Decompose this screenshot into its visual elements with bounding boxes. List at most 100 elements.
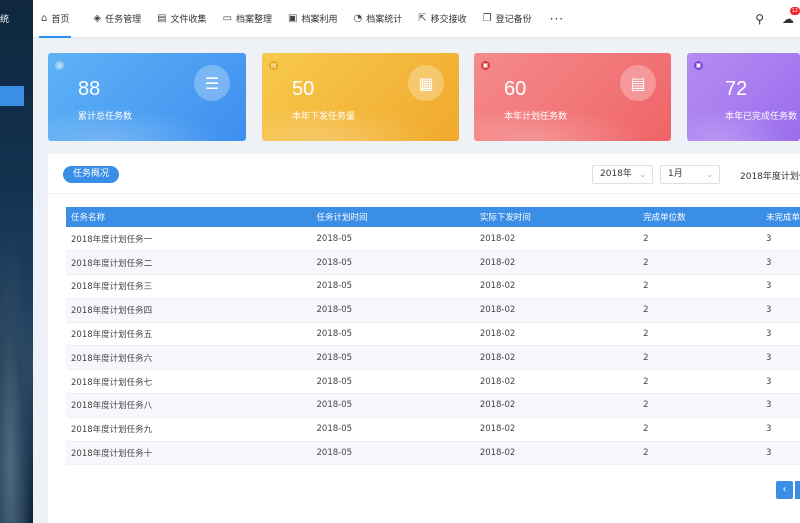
list-icon: ☰ — [194, 65, 230, 101]
table-cell: 2 — [638, 441, 761, 466]
table-cell: 2018年度计划任务一 — [66, 227, 312, 252]
table-cell: 2 — [638, 345, 761, 371]
table-cell: 2018-05 — [311, 227, 475, 252]
table-cell: 2018-05 — [311, 298, 475, 323]
stat-label: 本年计划任务数 — [504, 112, 568, 122]
table-cell: 2018-02 — [474, 298, 639, 323]
nav-archive-organize[interactable]: ▭ 档案整理 — [215, 0, 280, 38]
nav-transfer-receive[interactable]: ⇱ 移交接收 — [410, 0, 474, 38]
chevron-down-icon: ⌄ — [639, 170, 646, 179]
table-row[interactable]: 2018年度计划任务八 2018-05 2018-02 2 3 — [66, 393, 800, 418]
table-cell: 2 — [638, 274, 761, 299]
table-cell: 3 — [760, 298, 800, 323]
more-menu-icon[interactable]: ··· — [540, 12, 574, 26]
column-header[interactable]: 未完成单 — [760, 207, 800, 227]
nav-label: 任务管理 — [105, 15, 142, 25]
tab-task-overview[interactable]: 任务概况 — [63, 166, 120, 183]
table-row[interactable]: 2018年度计划任务七 2018-05 2018-02 2 3 — [66, 369, 800, 395]
stat-label: 本年下发任务量 — [292, 112, 356, 122]
table-cell: 3 — [760, 250, 800, 276]
table-row[interactable]: 2018年度计划任务一 2018-05 2018-02 2 3 — [66, 227, 800, 252]
stat-value: 60 — [504, 78, 527, 100]
month-select[interactable]: 1月 ⌄ — [660, 165, 720, 184]
table-cell: 2018-02 — [474, 322, 639, 347]
column-header[interactable]: 任务计划时间 — [311, 207, 475, 227]
table-cell: 2018-02 — [474, 441, 639, 466]
nav-archive-stats[interactable]: ◔ 档案统计 — [346, 0, 411, 38]
table-cell: 2018-02 — [474, 274, 639, 299]
pagination-next-button[interactable] — [795, 481, 800, 499]
stat-card-issued-tasks: ▤ 50 本年下发任务量 ▦ — [262, 53, 459, 141]
table-cell: 2018年度计划任务五 — [66, 322, 312, 347]
table-cell: 2 — [638, 298, 761, 323]
document-icon: ▭ — [222, 13, 233, 24]
pagination-prev-button[interactable]: ‹ — [776, 481, 793, 499]
table-cell: 2018年度计划任务十 — [66, 441, 312, 466]
panel-header: 任务概况 2018年 ⌄ 1月 ⌄ 2018年度计划任 — [48, 154, 800, 194]
table-row[interactable]: 2018年度计划任务五 2018-05 2018-02 2 3 — [66, 322, 800, 347]
table-row[interactable]: 2018年度计划任务十 2018-05 2018-02 2 3 — [66, 441, 800, 466]
transfer-icon: ⇱ — [418, 13, 427, 24]
table-row[interactable]: 2018年度计划任务三 2018-05 2018-02 2 3 — [66, 274, 800, 299]
nav-label: 文件收集 — [170, 15, 207, 25]
table-header-row: 任务名称 任务计划时间 实际下发时间 完成单位数 未完成单 — [66, 207, 800, 227]
card-mini-icon: ⌂ — [55, 61, 64, 70]
stat-label: 本年已完成任务数 — [725, 112, 798, 122]
stat-value: 50 — [292, 78, 315, 100]
card-mini-icon: ▣ — [694, 61, 703, 70]
search-icon[interactable]: ⚲ — [755, 12, 764, 26]
nav-task-management[interactable]: ◈ 任务管理 — [85, 0, 149, 38]
nav-label: 首页 — [51, 15, 70, 25]
table-row[interactable]: 2018年度计划任务六 2018-05 2018-02 2 3 — [66, 345, 800, 371]
home-icon: ⌂ — [41, 13, 48, 24]
table-cell: 2 — [638, 393, 761, 418]
nav-label: 登记备份 — [495, 15, 532, 25]
sidebar-active-item[interactable] — [0, 86, 24, 106]
stat-label: 累计总任务数 — [78, 112, 133, 122]
file-list-icon: ▤ — [157, 13, 167, 24]
table-cell: 2018-02 — [474, 417, 639, 442]
table-cell: 2018-02 — [474, 393, 639, 418]
column-header[interactable]: 任务名称 — [66, 207, 312, 227]
clipboard-icon: ▦ — [408, 65, 444, 101]
app-brand: 统 — [0, 15, 10, 25]
table-cell: 2018-02 — [474, 250, 639, 276]
table-cell: 2 — [638, 417, 761, 442]
plan-title: 2018年度计划任 — [740, 172, 800, 182]
column-header[interactable]: 完成单位数 — [638, 207, 761, 227]
table-cell: 2018-05 — [311, 441, 475, 466]
archive-icon: ▣ — [288, 13, 298, 24]
nav-label: 档案利用 — [301, 15, 338, 25]
table-cell: 3 — [760, 227, 800, 252]
table-cell: 2018年度计划任务六 — [66, 345, 312, 371]
table-row[interactable]: 2018年度计划任务九 2018-05 2018-02 2 3 — [66, 417, 800, 442]
table-cell: 2018年度计划任务四 — [66, 298, 312, 323]
year-select[interactable]: 2018年 ⌄ — [592, 165, 653, 184]
message-icon[interactable]: ☁ 12 — [782, 7, 800, 26]
notepad-icon: ▤ — [620, 65, 656, 101]
table-cell: 2018-05 — [311, 369, 475, 395]
table-cell: 2018-02 — [474, 227, 639, 252]
table-row[interactable]: 2018年度计划任务四 2018-05 2018-02 2 3 — [66, 298, 800, 323]
sidebar: 统 — [0, 0, 33, 523]
top-navigation: ⌂ 首页 ◈ 任务管理 ▤ 文件收集 ▭ 档案整理 ▣ 档案利用 ◔ 档案统计 … — [33, 0, 800, 38]
stat-card-planned-tasks: ▣ 60 本年计划任务数 ▤ — [474, 53, 671, 141]
table-cell: 2 — [638, 369, 761, 395]
nav-register-backup[interactable]: ❐ 登记备份 — [475, 0, 540, 38]
nav-archive-use[interactable]: ▣ 档案利用 — [280, 0, 345, 38]
table-cell: 2018-05 — [311, 417, 475, 442]
stat-card-total-tasks: ⌂ 88 累计总任务数 ☰ — [48, 53, 246, 141]
nav-label: 档案统计 — [366, 15, 403, 25]
table-row[interactable]: 2018年度计划任务二 2018-05 2018-02 2 3 — [66, 250, 800, 276]
layers-icon: ◈ — [93, 13, 102, 24]
column-header[interactable]: 实际下发时间 — [474, 207, 639, 227]
nav-home[interactable]: ⌂ 首页 — [33, 0, 77, 38]
table-cell: 3 — [760, 369, 800, 395]
table-cell: 3 — [760, 393, 800, 418]
nav-label: 移交接收 — [430, 15, 467, 25]
table-cell: 3 — [760, 274, 800, 299]
table-cell: 2018年度计划任务七 — [66, 369, 312, 395]
nav-file-collection[interactable]: ▤ 文件收集 — [149, 0, 214, 38]
table-cell: 2018-02 — [474, 369, 639, 395]
task-overview-panel: 任务概况 2018年 ⌄ 1月 ⌄ 2018年度计划任 任务名称 任务计划时间 … — [48, 154, 800, 523]
